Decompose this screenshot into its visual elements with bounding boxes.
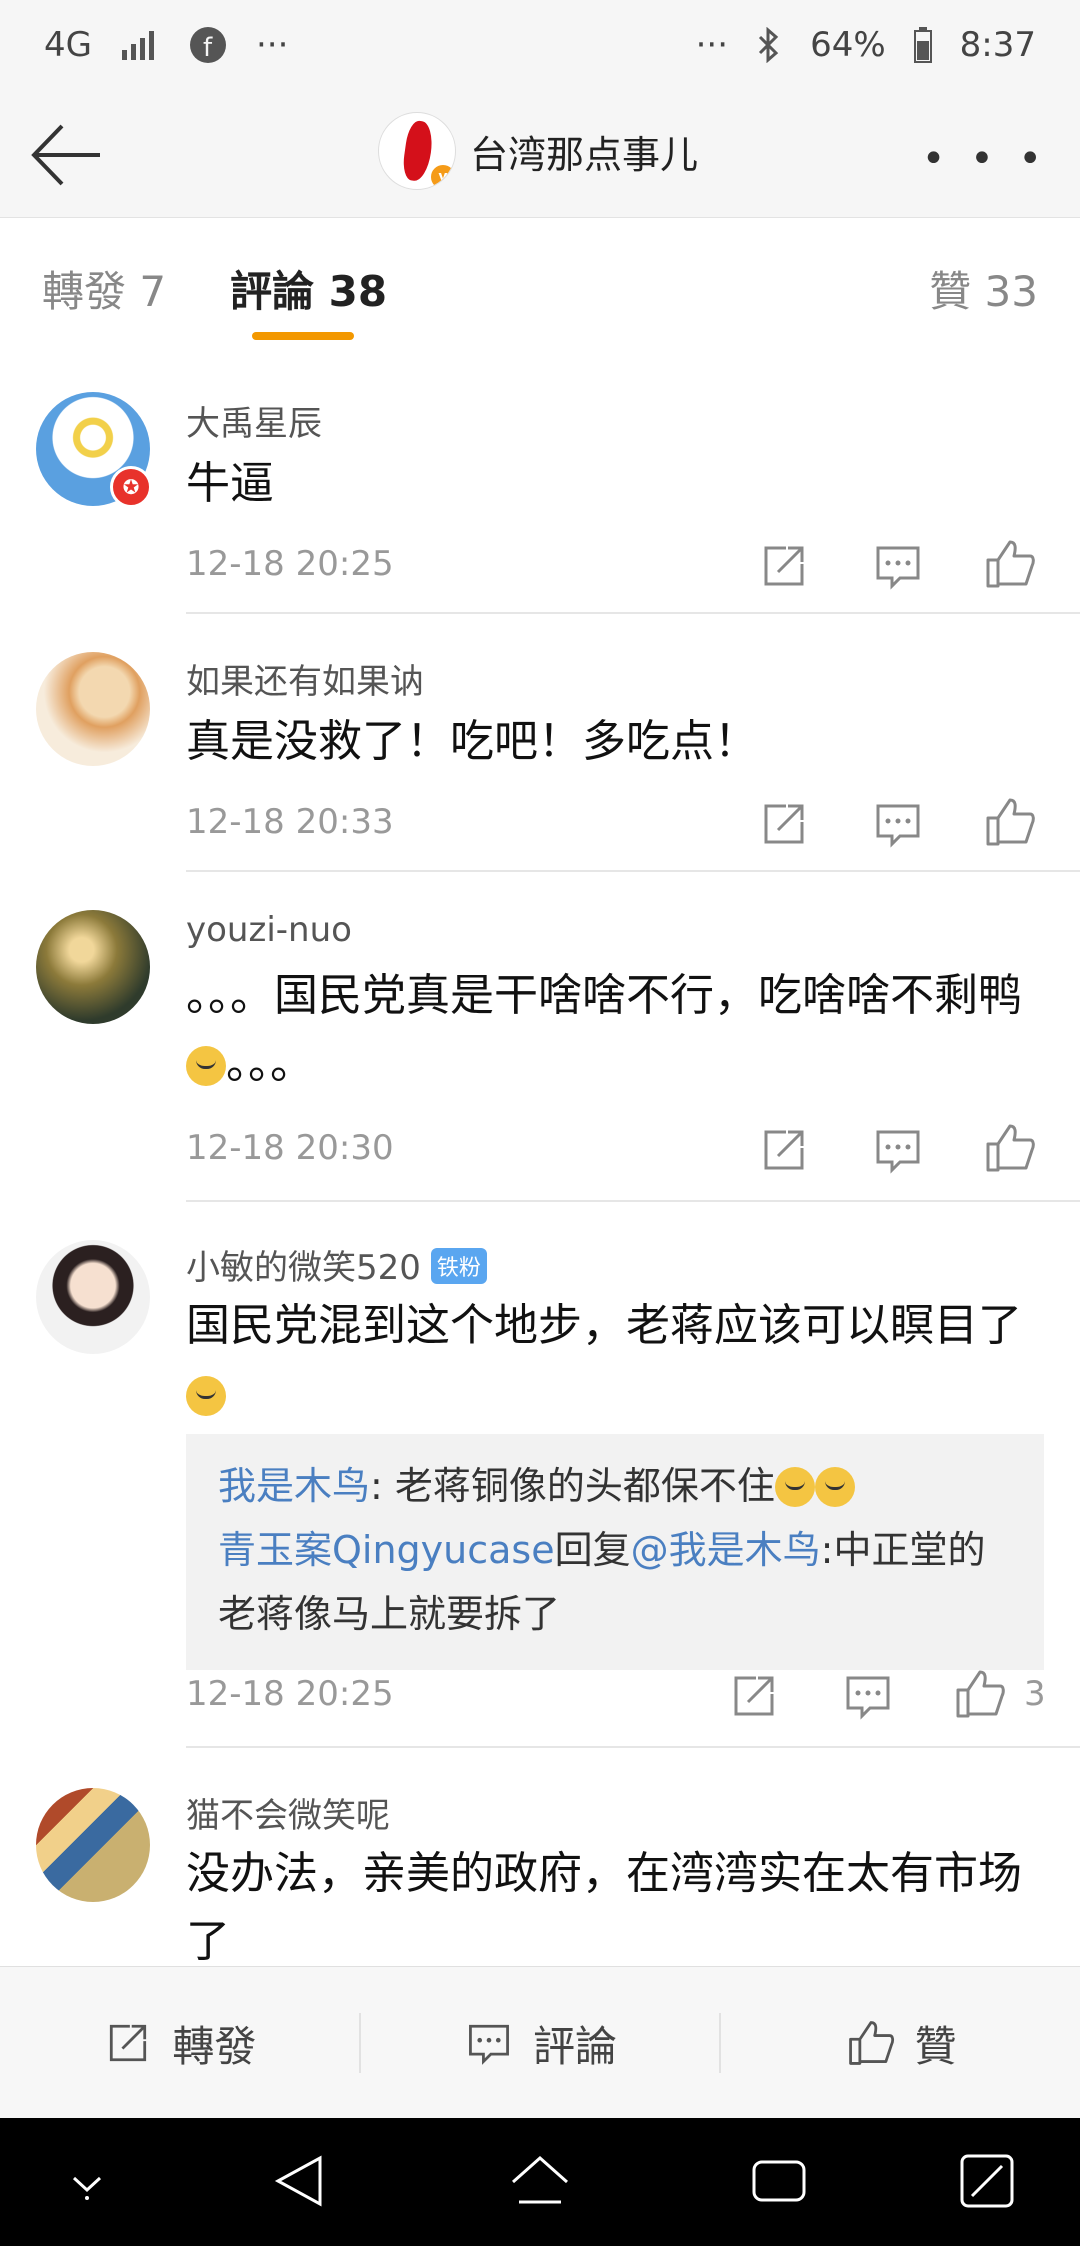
repost-button[interactable]: 轉發 [0, 2013, 359, 2074]
comment-username[interactable]: 小敏的微笑520 铁粉 [186, 1240, 487, 1289]
clock: 8:37 [959, 25, 1036, 65]
doge-emoji-icon [814, 1467, 855, 1507]
tab-repost[interactable]: 轉發 7 [42, 258, 166, 319]
reply-box[interactable]: 我是木鸟: 老蒋铜像的头都保不住 青玉案Qingyucase回复@我是木鸟:中正… [186, 1434, 1044, 1670]
tab-comments[interactable]: 評論 38 [230, 258, 387, 319]
tab-bar: 轉發 7 評論 38 贊 33 [0, 218, 1080, 351]
comment-icon [469, 2024, 509, 2065]
like-icon[interactable] [982, 794, 1038, 850]
comment-text-end: 。。。 [226, 1038, 314, 1089]
comment-icon[interactable] [870, 796, 926, 852]
doge-emoji-icon [774, 1467, 815, 1507]
reply-item[interactable]: 我是木鸟: 老蒋铜像的头都保不住 [218, 1454, 1012, 1518]
avatar[interactable] [36, 1240, 150, 1354]
avatar[interactable] [36, 1788, 150, 1902]
comment-text: 国民党混到这个地步，老蒋应该可以瞑目了 [186, 1292, 1044, 1428]
reply-separator: : [370, 1464, 395, 1508]
comment-label: 評論 [533, 2021, 618, 2071]
comment-username[interactable]: 猫不会微笑呢 [186, 1788, 390, 1837]
system-nav-bar [0, 2118, 1080, 2246]
tab-likes[interactable]: 贊 33 [929, 258, 1038, 319]
share-icon[interactable] [726, 1668, 782, 1724]
comment-username-text: 小敏的微笑520 [186, 1248, 421, 1288]
active-tab-indicator [252, 332, 354, 340]
like-button[interactable]: 贊 [721, 2013, 1080, 2074]
comment-username[interactable]: youzi-nuo [186, 910, 352, 950]
comment-time: 12-18 20:33 [186, 802, 394, 842]
bluetooth-icon [759, 27, 779, 63]
comment-text: 没办法，亲美的政府，在湾湾实在太有市场了 [186, 1848, 1022, 1966]
like-label: 贊 [914, 2021, 957, 2071]
comment-icon[interactable] [870, 538, 926, 594]
like-icon [848, 2021, 894, 2065]
like-icon[interactable] [982, 536, 1038, 592]
reply-username[interactable]: 青玉案Qingyucase [218, 1528, 555, 1572]
comment-text: 牛逼 [186, 458, 274, 509]
share-icon[interactable] [756, 796, 812, 852]
more-dots-icon: ··· [255, 25, 289, 65]
avatar[interactable] [36, 652, 150, 766]
reply-text: 老蒋铜像的头都保不住 [394, 1464, 775, 1508]
fan-badge: 铁粉 [430, 1248, 487, 1284]
battery-icon [913, 27, 932, 63]
svg-text:f: f [203, 33, 213, 63]
verified-badge-icon: v [429, 163, 455, 189]
like-icon[interactable] [982, 1120, 1038, 1176]
home-nav-icon[interactable] [505, 2146, 575, 2216]
hide-keyboard-icon[interactable] [52, 2146, 122, 2216]
comment-text-main: 。。。国民党真是干啥啥不行，吃啥啥不剩鸭 [186, 970, 1022, 1021]
page-title: 台湾那点事儿 [470, 132, 699, 177]
comment-icon[interactable] [840, 1668, 896, 1724]
comment-time: 12-18 20:25 [186, 1674, 394, 1714]
rotate-screen-icon[interactable] [952, 2146, 1022, 2216]
comment-icon[interactable] [870, 1122, 926, 1178]
signal-icon [121, 31, 154, 60]
comment-text: 。。。国民党真是干啥啥不行，吃啥啥不剩鸭。。。 [186, 962, 1044, 1098]
account-title[interactable]: v 台湾那点事儿 [378, 112, 698, 190]
facebook-icon: f [189, 27, 226, 63]
status-bar: 4G f ··· ··· 64% 8:37 [0, 0, 1080, 90]
divider [186, 612, 1080, 614]
repost-label: 轉發 [172, 2021, 257, 2071]
comment-time: 12-18 20:30 [186, 1128, 394, 1168]
battery-label: 64% [810, 25, 886, 65]
back-nav-icon[interactable] [264, 2146, 334, 2216]
reply-mention[interactable]: @我是木鸟 [631, 1528, 821, 1572]
verified-badge-icon: ✪ [110, 466, 152, 508]
laughing-emoji-icon [186, 1046, 226, 1086]
comment-username[interactable]: 如果还有如果讷 [186, 654, 424, 703]
comment-list[interactable]: ✪ 大禹星辰 牛逼 12-18 20:25 如果还有如果讷 真是没救了！吃吧！多… [0, 350, 1080, 1966]
network-label: 4G [44, 25, 92, 65]
reply-username[interactable]: 我是木鸟 [218, 1464, 370, 1508]
comment-time: 12-18 20:25 [186, 544, 394, 584]
like-icon[interactable] [952, 1666, 1008, 1722]
bottom-action-bar: 轉發 評論 贊 [0, 1966, 1080, 2119]
divider [186, 870, 1080, 872]
comment-username[interactable]: 大禹星辰 [186, 396, 322, 445]
comment-text: 真是没救了！吃吧！多吃点！ [186, 716, 758, 767]
doge-emoji-icon [186, 1376, 226, 1416]
reply-verb: 回复 [554, 1528, 631, 1572]
share-icon [110, 2024, 147, 2062]
divider [186, 1200, 1080, 1202]
comment-text-main: 国民党混到这个地步，老蒋应该可以瞑目了 [186, 1300, 1022, 1351]
recents-nav-icon[interactable] [744, 2146, 814, 2216]
back-arrow-icon[interactable] [28, 120, 108, 190]
divider [186, 1746, 1080, 1748]
account-logo: v [378, 112, 456, 190]
more-menu-icon[interactable]: • • • [922, 136, 1048, 182]
status-dots: ··· [695, 25, 729, 65]
reply-item[interactable]: 青玉案Qingyucase回复@我是木鸟:中正堂的老蒋像马上就要拆了 [218, 1518, 1012, 1646]
share-icon[interactable] [756, 538, 812, 594]
top-header: v 台湾那点事儿 • • • [0, 90, 1080, 218]
comment-button[interactable]: 評論 [361, 2013, 720, 2074]
like-count: 3 [1024, 1674, 1046, 1714]
share-icon[interactable] [756, 1122, 812, 1178]
avatar[interactable] [36, 910, 150, 1024]
